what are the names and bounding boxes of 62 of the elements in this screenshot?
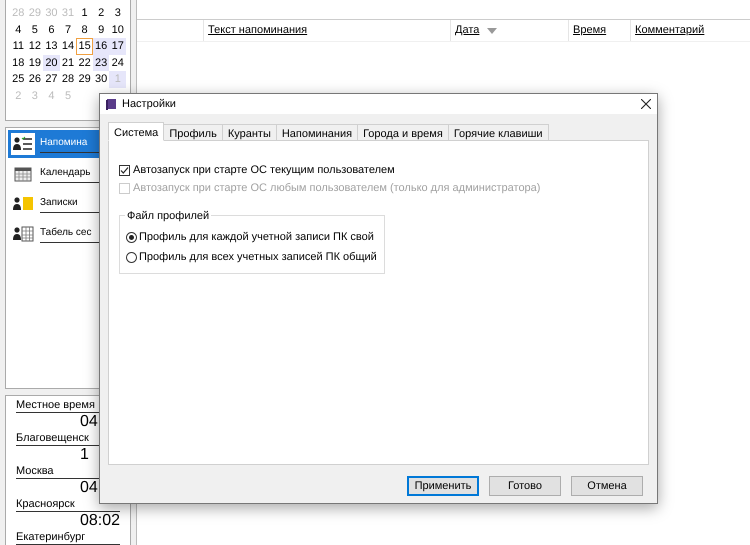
clock-time: 1 [80, 446, 89, 464]
radio-button[interactable] [126, 232, 137, 242]
group-title: Файл профилей [125, 208, 212, 224]
calendar-day[interactable]: 17 [109, 38, 126, 54]
person-table-icon [12, 225, 34, 244]
calendar-day[interactable]: 12 [26, 38, 44, 54]
dialog-button[interactable]: Готово [489, 476, 561, 496]
tab[interactable]: Горячие клавиши [448, 124, 549, 141]
calendar-day[interactable]: 27 [43, 71, 60, 88]
calendar-day[interactable]: 30 [92, 71, 110, 88]
sort-down-icon [487, 28, 498, 34]
radio-label: Профиль для всех учетных записей ПК общий [139, 250, 377, 265]
calendar-day[interactable]: 7 [60, 22, 76, 38]
calendar-day[interactable]: 1 [76, 5, 93, 22]
calendar-day[interactable]: 26 [26, 71, 44, 88]
checkbox-label: Автозапуск при старте ОС текущим пользователем [133, 162, 395, 178]
radio-label: Профиль для каждой учетной записи ПК свой [139, 230, 374, 245]
calendar-day[interactable]: 11 [10, 38, 27, 54]
calendar-day[interactable]: 24 [109, 54, 126, 71]
calendar-icon [14, 166, 32, 182]
column-header[interactable]: Текст напоминания [203, 20, 450, 41]
checkbox[interactable] [119, 164, 130, 176]
calendar-day[interactable]: 18 [10, 54, 27, 71]
city-label: Екатеринбург [16, 530, 120, 545]
calendar-day[interactable]: 19 [26, 54, 44, 71]
clock-time: 08:02 [80, 512, 120, 530]
tab[interactable]: Профиль [163, 124, 223, 141]
calendar-day[interactable]: 22 [76, 54, 93, 71]
calendar-day[interactable]: 14 [60, 38, 76, 54]
calendar-day[interactable]: 28 [60, 71, 76, 88]
tab[interactable]: Система [108, 122, 164, 141]
tab[interactable]: Города и время [357, 124, 449, 141]
dialog-button[interactable]: Отмена [571, 476, 643, 496]
dialog-button[interactable]: Применить [407, 476, 479, 496]
column-header[interactable]: Дата [450, 20, 568, 41]
book-icon [105, 98, 117, 110]
calendar-day[interactable]: 13 [43, 38, 60, 54]
tab[interactable]: Куранты [222, 124, 277, 141]
calendar-day[interactable]: 4 [10, 22, 27, 38]
close-icon[interactable] [641, 99, 651, 109]
clock-time: 04 [80, 413, 98, 431]
column-header[interactable]: Комментарий [630, 20, 750, 41]
calendar-day[interactable]: 15 [76, 38, 93, 54]
checkbox-label: Автозапуск при старте ОС любым пользователем (только для администратора) [133, 180, 540, 196]
calendar-day[interactable]: 5 [26, 22, 44, 38]
calendar-day[interactable]: 3 [109, 5, 126, 22]
window-title: Настройки [122, 96, 177, 112]
calendar-day[interactable]: 6 [43, 22, 60, 38]
calendar-day[interactable]: 10 [109, 22, 126, 38]
calendar-day[interactable]: 23 [92, 54, 110, 71]
calendar-day[interactable]: 16 [92, 38, 110, 54]
column-header[interactable]: Время [568, 20, 630, 41]
calendar-day[interactable]: 20 [43, 54, 60, 71]
calendar-day[interactable]: 25 [10, 71, 27, 88]
radio-button[interactable] [126, 252, 137, 262]
calendar-day[interactable]: 8 [76, 22, 93, 38]
calendar-day[interactable]: 2 [92, 5, 110, 22]
calendar-day[interactable]: 9 [92, 22, 110, 38]
check-icon [120, 166, 129, 174]
calendar-day[interactable]: 29 [76, 71, 93, 88]
calendar-day[interactable]: 21 [60, 54, 76, 71]
clock-time: 04 [80, 479, 98, 497]
